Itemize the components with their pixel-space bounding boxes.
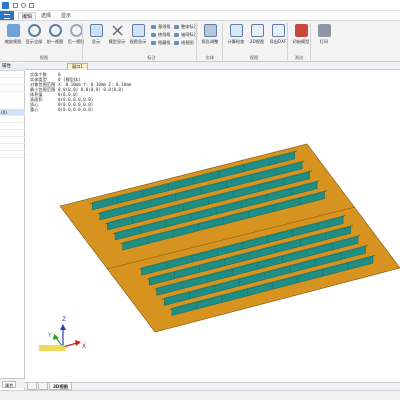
app-logo-icon bbox=[2, 2, 9, 9]
view-display-button[interactable]: 视图显示 bbox=[125, 24, 151, 52]
button-label: 报告调整 bbox=[201, 39, 219, 44]
axis-triad: Z X Y bbox=[39, 316, 86, 351]
ribbon-group-label: 测试 bbox=[294, 55, 304, 60]
x-axis-line bbox=[62, 342, 78, 348]
list-item[interactable] bbox=[0, 137, 25, 144]
panel-title: 属性 bbox=[0, 63, 25, 71]
list-item[interactable] bbox=[0, 78, 25, 85]
x-axis-arrow bbox=[75, 340, 81, 346]
3d-viewport[interactable]: 实体个数 0 实体类型 0 (模型体) 对象包围范围 X: 0.10mm Y: 0.1… bbox=[25, 70, 400, 382]
menu-bar: 编辑 选择 显示 bbox=[0, 11, 400, 20]
ribbon-group-label: 标注 bbox=[147, 55, 156, 60]
view-tab[interactable] bbox=[27, 383, 37, 390]
quick-dropdown-icon[interactable] bbox=[29, 3, 34, 8]
y-axis-arrow bbox=[53, 334, 59, 340]
list-item[interactable] bbox=[0, 116, 25, 123]
list-item[interactable] bbox=[0, 71, 25, 78]
view-2d-icon bbox=[251, 24, 264, 37]
ribbon-group-label: 实体 bbox=[205, 55, 215, 60]
ribbon-toolbar: 缩放视图 显示全部 前一视图 后一视图 视图 显示 模型显示 视图显示 基线框 … bbox=[0, 20, 400, 62]
ribbon-baseline-frame[interactable]: 基线框 bbox=[151, 24, 171, 30]
ribbon-group-label: 视图 bbox=[249, 55, 259, 60]
menu-tab-select[interactable]: 选择 bbox=[38, 12, 54, 20]
ribbon-wireframe[interactable]: 线框图 bbox=[174, 40, 194, 46]
view-tab-3d[interactable]: 3D视图 bbox=[49, 383, 72, 390]
view-tab-strip: 3D视图 bbox=[25, 382, 400, 390]
ribbon-grid-dimension[interactable]: 轴网标注 bbox=[174, 32, 198, 38]
x-axis-label: X bbox=[82, 343, 86, 350]
export-dxf-icon bbox=[272, 24, 285, 37]
model-display-icon bbox=[111, 24, 124, 37]
list-item-selected[interactable]: (0) bbox=[0, 109, 25, 116]
file-menu-button[interactable] bbox=[0, 11, 14, 20]
list-item[interactable] bbox=[0, 151, 25, 158]
y-axis-label: Y bbox=[47, 332, 52, 339]
quick-save-icon[interactable] bbox=[13, 3, 18, 8]
z-axis-label: Z bbox=[62, 316, 66, 323]
report-adjust-icon bbox=[204, 24, 217, 37]
quick-undo-icon[interactable] bbox=[21, 3, 26, 8]
ribbon-edge-frame[interactable]: 棱线框 bbox=[151, 32, 171, 38]
list-item[interactable] bbox=[0, 85, 25, 92]
model-canvas[interactable]: Z X Y bbox=[25, 70, 400, 382]
show-all-icon bbox=[28, 24, 41, 37]
z-axis-arrow bbox=[60, 324, 66, 330]
ribbon-overall-dimension[interactable]: 整体标注 bbox=[174, 24, 198, 30]
menu-tab-edit[interactable]: 编辑 bbox=[18, 12, 37, 20]
print-icon bbox=[318, 24, 331, 37]
report-adjust-button[interactable]: 报告调整 bbox=[197, 24, 223, 52]
calc-check-icon bbox=[230, 24, 243, 37]
list-item[interactable] bbox=[0, 130, 25, 137]
axis-base-marker bbox=[39, 345, 65, 351]
document-tab[interactable]: 窗口1 bbox=[67, 63, 89, 70]
display-icon bbox=[90, 24, 103, 37]
button-label: 视图显示 bbox=[129, 39, 147, 44]
document-tab-strip: 窗口1 bbox=[25, 62, 400, 70]
view-tab[interactable] bbox=[38, 383, 48, 390]
properties-panel: 属性 (0) bbox=[0, 63, 25, 390]
view-display-icon bbox=[132, 24, 145, 37]
title-bar bbox=[0, 0, 400, 11]
print-button[interactable]: 打印 bbox=[311, 24, 337, 52]
ribbon-group-label: 视图 bbox=[39, 55, 49, 60]
initial-model-icon bbox=[295, 24, 308, 37]
list-item[interactable] bbox=[0, 144, 25, 151]
status-bar bbox=[0, 390, 400, 400]
list-item[interactable] bbox=[0, 123, 25, 130]
button-label: 打印 bbox=[319, 39, 329, 44]
ribbon-hidden-frame[interactable]: 隐藏框 bbox=[151, 40, 171, 46]
zoom-fit-icon bbox=[7, 24, 20, 37]
previous-view-icon bbox=[49, 24, 62, 37]
properties-tab[interactable]: 属性 bbox=[2, 381, 17, 388]
panel-tab-strip: 属性 bbox=[0, 378, 25, 388]
application-window: 编辑 选择 显示 缩放视图 显示全部 前一视图 后一视图 视图 显示 模型显示 … bbox=[0, 0, 400, 400]
menu-tab-display[interactable]: 显示 bbox=[58, 12, 74, 20]
